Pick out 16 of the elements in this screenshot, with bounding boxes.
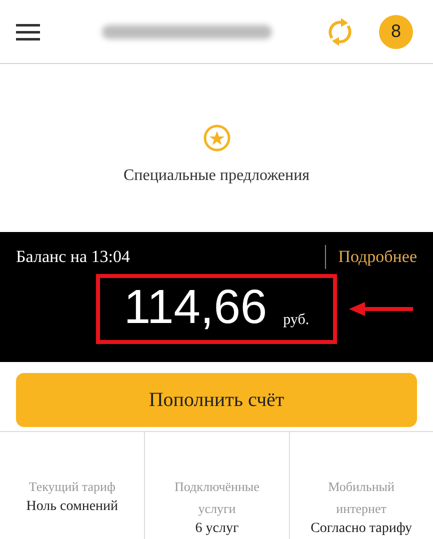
arrow-icon — [349, 302, 413, 316]
currency-label: руб. — [283, 312, 310, 328]
summary-label: Подключённые услуги — [174, 478, 260, 518]
notification-badge[interactable]: 8 — [379, 14, 413, 48]
summary-value[interactable]: 6 услуг — [152, 520, 282, 538]
menu-icon[interactable] — [16, 22, 40, 40]
summary-label: Мобильный интернет — [327, 478, 396, 518]
details-link[interactable]: Подробнее — [338, 244, 417, 270]
summary-value[interactable]: Ноль сомнений — [7, 498, 138, 516]
top-up-button[interactable]: Пополнить счёт — [16, 373, 417, 427]
summary-label: Текущий тариф — [28, 478, 116, 496]
summary-value[interactable]: Согласно тарифу — [296, 520, 426, 538]
refresh-icon[interactable] — [326, 16, 354, 48]
balance-label: Баланс на 13:04 — [16, 246, 130, 268]
special-offers-label[interactable]: Специальные предложения — [123, 164, 310, 188]
balance-amount: 114,66 — [124, 284, 268, 332]
